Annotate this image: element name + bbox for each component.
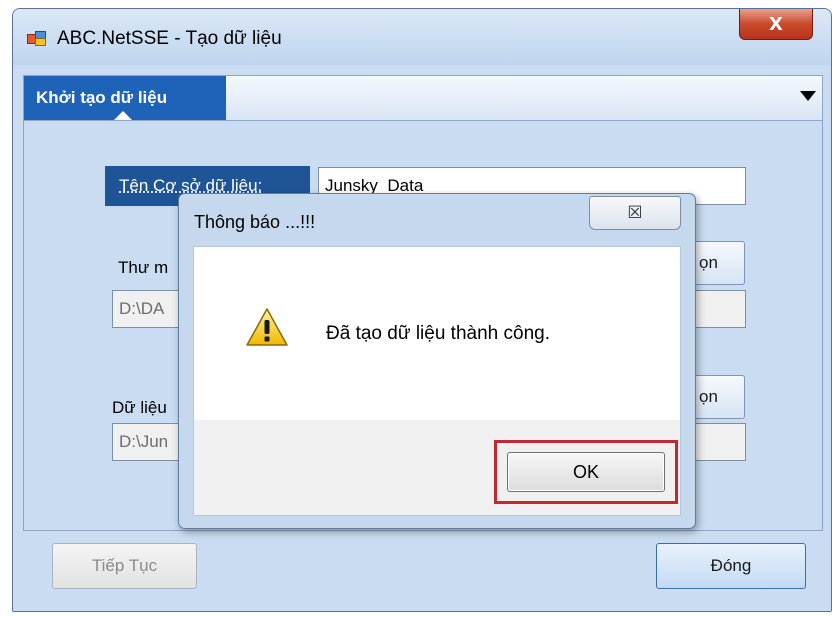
chevron-down-icon[interactable] <box>800 91 816 101</box>
dialog-title: Thông báo ...!!! <box>194 212 316 232</box>
folder-label: Thư m <box>118 258 169 277</box>
warning-icon <box>246 308 288 346</box>
ok-button-label: OK <box>572 461 599 482</box>
tab-strip: Khởi tạo dữ liệu <box>23 75 823 121</box>
dialog-body: Đã tạo dữ liệu thành công. <box>193 246 681 420</box>
dialog-close-button[interactable]: ☒ <box>589 196 681 230</box>
data-path-value: D:\Jun <box>119 432 169 451</box>
data-label: Dữ liệu <box>112 398 167 417</box>
ok-highlight-frame: OK <box>494 440 678 504</box>
next-button-label: Tiếp Tục <box>91 556 158 575</box>
close-icon: ☒ <box>627 203 643 223</box>
close-button[interactable]: Đóng <box>656 543 806 589</box>
ok-button[interactable]: OK <box>507 452 665 492</box>
window-close-button[interactable]: X <box>739 9 813 40</box>
folder-path-value: D:\DA <box>119 299 165 318</box>
close-icon: X <box>769 13 783 35</box>
app-icon <box>27 31 46 46</box>
message-dialog: Thông báo ...!!! ☒ Đã tạo dữ liệu thành … <box>178 193 696 529</box>
next-button[interactable]: Tiếp Tục <box>52 543 197 589</box>
tab-khoi-tao-du-lieu[interactable]: Khởi tạo dữ liệu <box>24 76 226 120</box>
dialog-message: Đã tạo dữ liệu thành công. <box>326 323 550 344</box>
dialog-footer: OK <box>193 420 681 516</box>
tab-label: Khởi tạo dữ liệu <box>36 88 168 107</box>
tab-pointer <box>114 111 132 120</box>
close-button-label: Đóng <box>710 556 752 575</box>
folder-browse-label: ọn <box>699 253 718 272</box>
data-browse-label: ọn <box>699 387 718 406</box>
title-bar: ABC.NetSSE - Tạo dữ liệu X <box>13 9 831 65</box>
window-title: ABC.NetSSE - Tạo dữ liệu <box>57 28 282 49</box>
